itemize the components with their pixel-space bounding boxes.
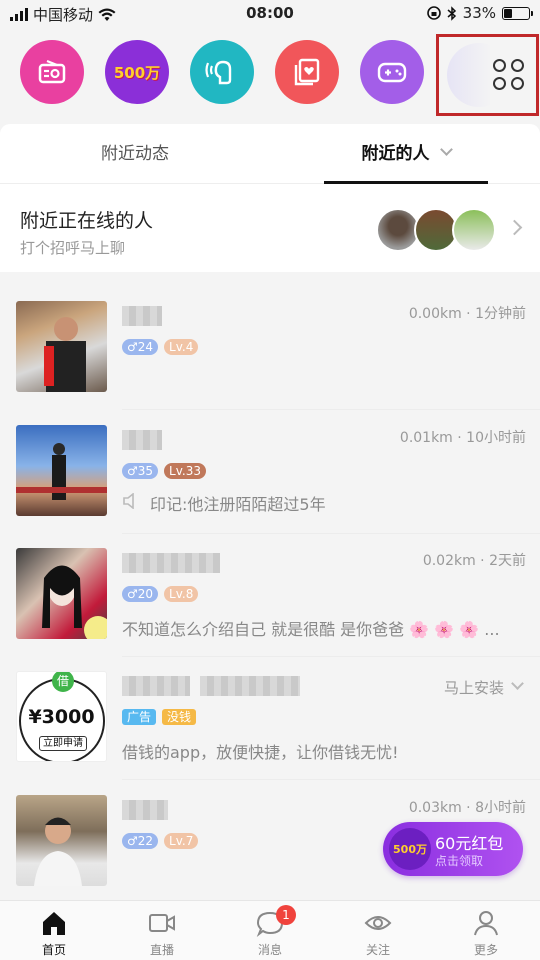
lottery-coin-icon: 500万 <box>389 828 431 870</box>
list-item[interactable]: 0.00km · 1分钟前 ♂24 Lv.4 <box>0 286 540 410</box>
unread-badge: 1 <box>276 905 296 925</box>
profile-icon <box>474 911 498 936</box>
distance-time: 0.00km · 1分钟前 <box>408 306 526 322</box>
online-avatars <box>376 208 496 254</box>
ad-amount: ¥3000 <box>28 706 95 728</box>
eye-icon <box>364 916 392 930</box>
distance-time: 0.01km · 10小时前 <box>399 430 526 446</box>
orientation-lock-icon <box>426 6 441 20</box>
gender-age-badge: ♂24 <box>122 339 159 355</box>
radio-icon <box>38 59 66 84</box>
user-bio: 不知道怎么介绍自己 就是很酷 是你爸爸 🌸 🌸 🌸 ... <box>122 620 500 639</box>
avatar <box>452 208 496 252</box>
home-icon <box>43 912 65 935</box>
lottery-500w-icon: 500万 <box>113 63 161 82</box>
ad-apply-button: 立即申请 <box>39 736 87 751</box>
tab-bar: 附近动态 附近的人 <box>0 124 540 184</box>
user-photo <box>16 425 107 516</box>
speaker-icon <box>123 493 134 509</box>
bottom-nav: 首页 直播 1 消息 关注 更多 <box>0 900 540 960</box>
nav-follow[interactable]: 关注 <box>324 901 432 960</box>
nav-more[interactable]: 更多 <box>432 901 540 960</box>
nav-home-label: 首页 <box>41 943 66 957</box>
level-badge: Lv.33 <box>164 463 206 479</box>
tab-nearby-feed[interactable]: 附近动态 <box>0 124 270 184</box>
battery-icon <box>502 6 533 20</box>
gender-age-badge: ♂22 <box>122 833 159 849</box>
distance-time: 0.03km · 8小时前 <box>408 800 526 816</box>
voice-chat-button[interactable] <box>190 40 254 104</box>
nav-more-label: 更多 <box>473 943 498 957</box>
tab-nearby-people-label: 附近的人 <box>361 144 430 164</box>
blurred-username <box>122 800 168 820</box>
red-packet-button[interactable]: 500万 60元红包 点击领取 <box>383 822 523 876</box>
ad-tag: 广告 <box>122 709 157 725</box>
battery-percent: 33% <box>462 4 496 22</box>
game-controller-icon <box>377 62 407 83</box>
blurred-ad-title <box>122 676 190 696</box>
ad-item[interactable]: 借 ¥3000 立即申请 马上安装 广告 没钱 借钱的app，放便快捷，让你借钱… <box>0 656 540 780</box>
user-photo <box>16 795 107 886</box>
list-item[interactable]: 0.02km · 2天前 ♂20 Lv.8 不知道怎么介绍自己 就是很酷 是你爸… <box>0 533 540 657</box>
radio-button[interactable] <box>20 40 84 104</box>
nav-follow-label: 关注 <box>365 943 390 957</box>
chevron-right-icon <box>506 219 523 236</box>
install-link[interactable]: 马上安装 <box>444 677 504 698</box>
content-card: 附近动态 附近的人 附近正在线的人 打个招呼马上聊 <box>0 124 540 280</box>
video-camera-icon <box>149 914 175 932</box>
photo-card-button[interactable] <box>275 40 339 104</box>
ad-badge: 借 <box>52 672 74 692</box>
red-packet-title: 60元红包 <box>435 834 504 853</box>
online-subtitle: 打个招呼马上聊 <box>20 239 126 257</box>
user-photo <box>16 301 107 392</box>
gender-age-badge: ♂35 <box>122 463 159 479</box>
more-apps-button[interactable] <box>436 34 539 116</box>
quick-entry-row: 500万 <box>0 34 540 116</box>
blurred-username <box>122 430 162 450</box>
nav-live-label: 直播 <box>149 943 174 957</box>
level-badge: Lv.4 <box>164 339 199 355</box>
blurred-username <box>122 306 162 326</box>
lottery-button[interactable]: 500万 <box>105 40 169 104</box>
ad-image: 借 ¥3000 立即申请 <box>16 671 107 762</box>
online-nearby-banner[interactable]: 附近正在线的人 打个招呼马上聊 <box>0 184 540 280</box>
blurred-ad-title <box>200 676 300 696</box>
red-packet-subtitle: 点击领取 <box>435 854 484 868</box>
list-item[interactable]: 0.01km · 10小时前 ♂35 Lv.33 印记:他注册陌陌超过5年 <box>0 410 540 534</box>
nav-messages[interactable]: 1 消息 <box>216 901 324 960</box>
level-badge: Lv.7 <box>164 833 199 849</box>
online-title: 附近正在线的人 <box>20 210 154 232</box>
bluetooth-icon <box>447 5 456 21</box>
chevron-down-icon[interactable] <box>511 677 524 690</box>
ad-description: 借钱的app，放便快捷，让你借钱无忧! <box>122 743 399 762</box>
user-photo <box>16 548 107 639</box>
more-grid-icon <box>493 59 525 91</box>
nav-live[interactable]: 直播 <box>108 901 216 960</box>
voice-chat-icon <box>205 60 232 85</box>
tab-nearby-people[interactable]: 附近的人 <box>324 124 488 184</box>
distance-time: 0.02km · 2天前 <box>422 553 526 569</box>
ad-tag-secondary: 没钱 <box>162 709 197 725</box>
blurred-username <box>122 553 220 573</box>
user-bio: 印记:他注册陌陌超过5年 <box>150 495 326 514</box>
photo-card-icon <box>294 58 320 86</box>
gender-age-badge: ♂20 <box>122 586 159 602</box>
game-button[interactable] <box>360 40 424 104</box>
nav-messages-label: 消息 <box>257 943 282 957</box>
nav-home[interactable]: 首页 <box>0 901 108 960</box>
level-badge: Lv.8 <box>164 586 199 602</box>
status-bar: 中国移动 08:00 33% <box>0 0 540 28</box>
chevron-down-icon <box>439 143 453 156</box>
